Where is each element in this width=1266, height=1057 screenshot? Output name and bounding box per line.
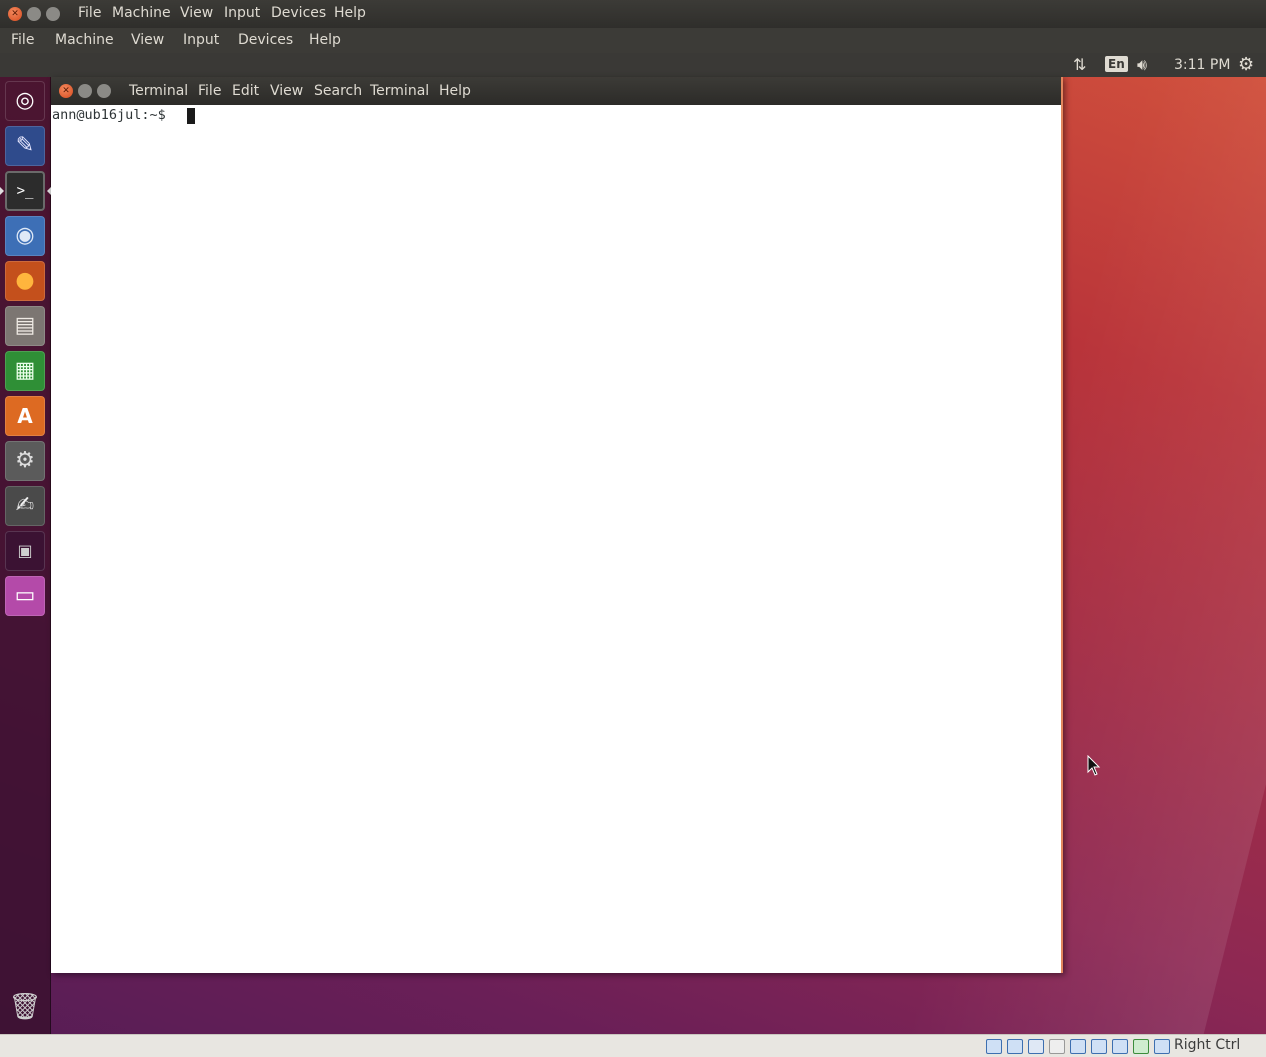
- launcher-item-trash[interactable]: 🗑︎: [5, 987, 45, 1027]
- host-title-menu-help[interactable]: Help: [334, 5, 366, 21]
- host-menubar: File Machine View Input Devices Help: [0, 28, 1266, 54]
- terminal-titlebar[interactable]: ✕ Terminal File Edit View Search Termina…: [51, 77, 1061, 105]
- system-menu-gear-icon[interactable]: ⚙: [1238, 54, 1254, 75]
- launcher-item-window[interactable]: ▭: [5, 576, 45, 616]
- system-settings-icon: ⚙: [15, 448, 35, 473]
- emacs-icon: ✎: [15, 133, 35, 158]
- terminal-menu-search[interactable]: Search: [314, 83, 362, 99]
- terminal-icon: >_: [16, 183, 34, 199]
- audio-icon[interactable]: [1028, 1039, 1044, 1054]
- network-adapter-icon[interactable]: [1049, 1039, 1065, 1054]
- keyboard-layout-indicator[interactable]: En: [1105, 56, 1128, 72]
- launcher-item-terminal[interactable]: >_: [0, 171, 51, 211]
- terminal-title: Terminal: [129, 83, 189, 99]
- video-capture-icon[interactable]: [1133, 1039, 1149, 1054]
- text-cursor: [187, 108, 195, 124]
- host-title-menu-devices[interactable]: Devices: [271, 5, 326, 21]
- host-title-menu-file[interactable]: File: [78, 5, 101, 21]
- launcher-item-settings[interactable]: ⚙: [5, 441, 45, 481]
- terminal-body[interactable]: ann@ub16jul:~$: [51, 105, 1059, 973]
- launcher-item-calc[interactable]: ▦: [5, 351, 45, 391]
- workspace-switcher-icon: ▣: [17, 541, 33, 560]
- host-close-button[interactable]: ✕: [8, 7, 22, 21]
- launcher-item-emacs[interactable]: ✎: [5, 126, 45, 166]
- host-menu-devices[interactable]: Devices: [238, 32, 293, 48]
- terminal-window: ✕ Terminal File Edit View Search Termina…: [51, 77, 1063, 973]
- firefox-icon: ●: [15, 268, 35, 293]
- launcher: ◎ ✎ >_ ◉ ● ▤ ▦ A ⚙ ✍ ▣ ▭ 🗑︎: [0, 77, 51, 1034]
- terminal-maximize-button[interactable]: [97, 84, 111, 98]
- terminal-minimize-button[interactable]: [78, 84, 92, 98]
- host-menu-view[interactable]: View: [131, 32, 164, 48]
- top-panel: ⇅ En 🔊︎ 3:11 PM ⚙: [0, 53, 1266, 77]
- display-icon[interactable]: [1112, 1039, 1128, 1054]
- host-key-label[interactable]: Right Ctrl: [1174, 1037, 1240, 1053]
- hard-disk-icon[interactable]: [986, 1039, 1002, 1054]
- terminal-menu-file[interactable]: File: [198, 83, 221, 99]
- terminal-menu-view[interactable]: View: [270, 83, 303, 99]
- shared-folders-icon[interactable]: [1091, 1039, 1107, 1054]
- software-center-icon: A: [17, 404, 33, 428]
- mouse-pointer-icon: [1087, 755, 1101, 776]
- host-menu-input[interactable]: Input: [183, 32, 219, 48]
- optical-drive-icon[interactable]: [1007, 1039, 1023, 1054]
- host-menu-machine[interactable]: Machine: [55, 32, 114, 48]
- launcher-item-firefox[interactable]: ●: [5, 261, 45, 301]
- running-indicator: [0, 187, 4, 195]
- launcher-item-files[interactable]: ▤: [5, 306, 45, 346]
- libreoffice-calc-icon: ▦: [14, 358, 36, 383]
- usb-icon[interactable]: [1070, 1039, 1086, 1054]
- terminal-menu-help[interactable]: Help: [439, 83, 471, 99]
- mouse-integration-icon[interactable]: [1154, 1039, 1170, 1054]
- chromium-icon: ◉: [15, 223, 35, 248]
- terminal-menu-terminal[interactable]: Terminal: [370, 83, 429, 99]
- host-title-menu-view[interactable]: View: [180, 5, 213, 21]
- shell-prompt: ann@ub16jul:~$: [52, 107, 174, 123]
- host-minimize-button[interactable]: [27, 7, 41, 21]
- terminal-close-button[interactable]: ✕: [59, 84, 73, 98]
- launcher-item-text-editor[interactable]: ✍: [5, 486, 45, 526]
- guest-desktop[interactable]: ⇅ En 🔊︎ 3:11 PM ⚙ ◎ ✎ >_ ◉ ● ▤ ▦ A ⚙ ✍ ▣…: [0, 53, 1266, 1034]
- clock[interactable]: 3:11 PM: [1174, 57, 1230, 73]
- sound-icon[interactable]: 🔊︎: [1137, 55, 1147, 75]
- host-title-menu-machine[interactable]: Machine: [112, 5, 171, 21]
- network-icon[interactable]: ⇅: [1073, 55, 1086, 74]
- host-titlebar: ✕ File Machine View Input Devices Help: [0, 0, 1266, 28]
- host-menu-help[interactable]: Help: [309, 32, 341, 48]
- window-icon: ▭: [14, 583, 36, 608]
- host-menu-file[interactable]: File: [11, 32, 34, 48]
- launcher-item-chromium[interactable]: ◉: [5, 216, 45, 256]
- launcher-item-dash[interactable]: ◎: [5, 81, 45, 121]
- vbox-statusbar: Right Ctrl: [0, 1034, 1266, 1057]
- host-maximize-button[interactable]: [46, 7, 60, 21]
- host-title-menu-input[interactable]: Input: [224, 5, 260, 21]
- terminal-menu-edit[interactable]: Edit: [232, 83, 259, 99]
- files-icon: ▤: [14, 313, 36, 338]
- launcher-item-software[interactable]: A: [5, 396, 45, 436]
- launcher-item-workspaces[interactable]: ▣: [5, 531, 45, 571]
- text-editor-icon: ✍: [15, 493, 35, 518]
- trash-icon: 🗑︎: [8, 992, 42, 1022]
- ubuntu-dash-icon: ◎: [15, 88, 35, 113]
